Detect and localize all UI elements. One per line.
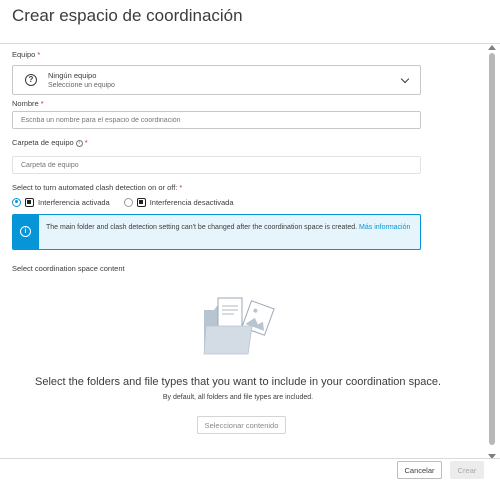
chevron-down-icon[interactable]: [400, 74, 410, 84]
team-label: Equipo *: [12, 50, 41, 59]
clash-radio-group: Interferencia activada Interferencia des…: [12, 196, 248, 208]
clash-icon: [136, 197, 146, 207]
content-section-label: Select coordination space content: [12, 264, 125, 273]
team-folder-input[interactable]: [12, 156, 421, 174]
folder-front-shape: [203, 325, 253, 355]
name-label: Nombre *: [12, 99, 44, 108]
info-icon: i: [20, 226, 31, 237]
banner-message: The main folder and clash detection sett…: [46, 224, 411, 231]
dialog-title: Crear espacio de coordinación: [12, 6, 243, 25]
create-button[interactable]: Crear: [450, 461, 484, 479]
select-content-button[interactable]: Seleccionar contenido: [197, 416, 286, 434]
folder-documents-illustration: [203, 297, 275, 355]
clash-off-radio[interactable]: [123, 197, 133, 207]
empty-state-subtitle: By default, all folders and file types a…: [162, 394, 314, 401]
empty-state-title: Select the folders and file types that y…: [34, 376, 442, 388]
team-select-hint: Seleccione un equipo: [48, 82, 115, 89]
scroll-thumb[interactable]: [489, 53, 495, 445]
banner-accent: i: [13, 215, 39, 249]
clash-icon: [25, 197, 34, 207]
info-banner: i The main folder and clash detection se…: [12, 214, 421, 250]
document-icon: [217, 297, 243, 329]
info-icon[interactable]: i: [75, 139, 83, 147]
cancel-button[interactable]: Cancelar: [397, 461, 442, 479]
clash-label: Select to turn automated clash detection…: [12, 183, 183, 192]
required-mark: *: [37, 50, 41, 59]
help-circle-icon: ?: [25, 74, 37, 86]
footer-divider: [0, 458, 500, 459]
name-input[interactable]: [12, 111, 421, 129]
team-select[interactable]: ? Ningún equipo Seleccione un equipo: [12, 65, 421, 95]
clash-off-label[interactable]: Interferencia desactivada: [150, 198, 234, 207]
scrollbar[interactable]: [488, 45, 496, 459]
scroll-up-arrow-icon[interactable]: [488, 45, 496, 50]
clash-on-radio[interactable]: [12, 197, 21, 207]
team-select-value: Ningún equipo: [48, 71, 97, 80]
create-coordination-space-dialog: Crear espacio de coordinación Equipo * ? …: [0, 0, 500, 483]
folder-label: Carpeta de equipo i *: [12, 138, 88, 147]
title-divider: [0, 43, 500, 44]
more-info-link[interactable]: Más información: [359, 224, 410, 231]
required-mark: *: [40, 99, 44, 108]
clash-on-label[interactable]: Interferencia activada: [38, 198, 110, 207]
required-mark: *: [179, 183, 183, 192]
required-mark: *: [84, 138, 88, 147]
